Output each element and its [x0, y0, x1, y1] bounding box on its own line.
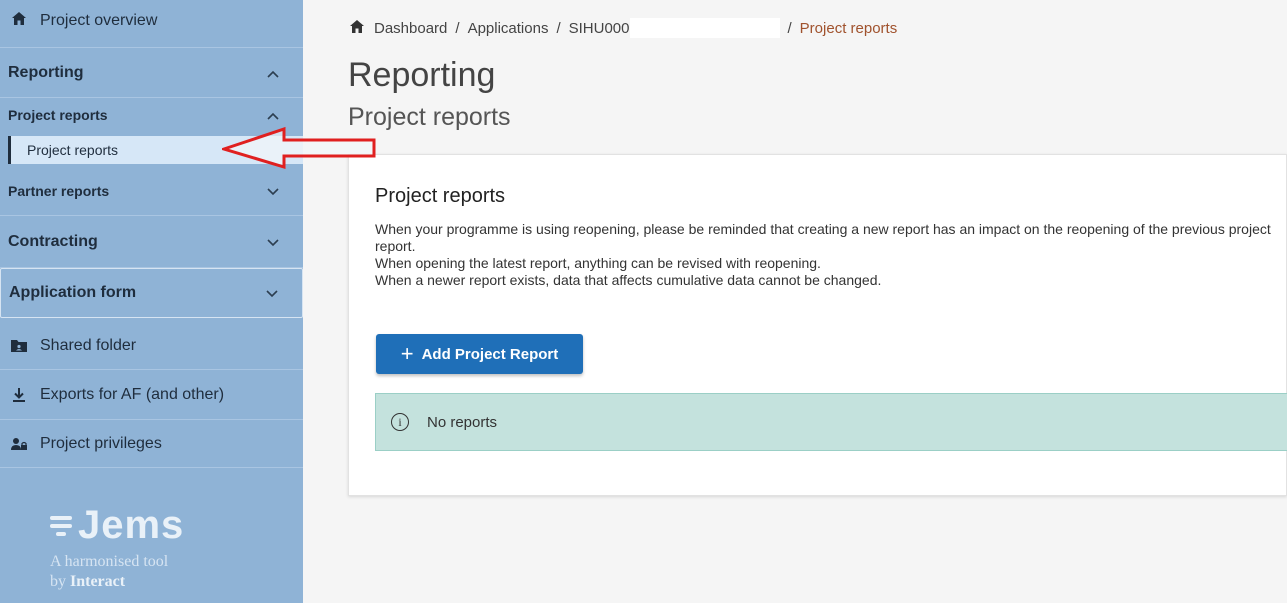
- users-lock-icon: [8, 437, 30, 451]
- sidebar-item-label: Shared folder: [40, 336, 137, 354]
- sidebar-item-partner-reports[interactable]: Partner reports: [0, 166, 303, 216]
- sidebar-item-label: Exports for AF (and other): [40, 385, 225, 403]
- logo-by: by: [50, 573, 70, 590]
- sidebar-item-label: Contracting: [8, 232, 98, 250]
- sidebar-item-shared-folder[interactable]: Shared folder: [0, 322, 303, 370]
- chevron-down-icon: [267, 234, 279, 250]
- sidebar-item-label: Reporting: [8, 63, 84, 81]
- sidebar-item-application-form[interactable]: Application form: [0, 268, 303, 318]
- sidebar-item-label: Application form: [9, 284, 137, 301]
- jems-logo: Jems A harmonised tool by Interact: [50, 503, 184, 592]
- page-title: Reporting: [348, 56, 496, 94]
- chevron-up-icon: [267, 107, 279, 123]
- add-project-report-label: Add Project Report: [421, 345, 559, 363]
- chevron-down-icon: [266, 285, 278, 301]
- breadcrumb-separator: /: [556, 19, 561, 37]
- sidebar-item-project-privileges[interactable]: Project privileges: [0, 420, 303, 468]
- no-reports-alert: i No reports: [375, 393, 1287, 451]
- logo-name: Jems: [78, 503, 185, 547]
- sidebar-item-label: Project reports: [27, 142, 119, 158]
- home-icon[interactable]: [350, 20, 364, 36]
- logo-tagline: A harmonised tool: [50, 553, 169, 570]
- project-reports-card: Project reports When your programme is u…: [348, 154, 1287, 496]
- breadcrumb-current: Project reports: [799, 19, 898, 37]
- card-description-line: When opening the latest report, anything…: [375, 255, 821, 271]
- logo-org: Interact: [70, 573, 126, 590]
- add-project-report-button[interactable]: + Add Project Report: [376, 334, 583, 374]
- breadcrumb-applications[interactable]: Applications: [468, 20, 549, 37]
- home-icon: [8, 12, 30, 25]
- breadcrumb-redacted: [629, 18, 780, 38]
- sidebar-item-contracting[interactable]: Contracting: [0, 216, 303, 268]
- sidebar-item-label: Partner reports: [8, 182, 110, 199]
- breadcrumb-application-id[interactable]: SIHU000: [569, 20, 630, 37]
- card-title: Project reports: [375, 185, 506, 207]
- breadcrumb-separator: /: [787, 19, 792, 37]
- sidebar: Project overview Reporting Project repor…: [0, 0, 303, 603]
- breadcrumb-separator: /: [455, 19, 460, 37]
- jems-logo-mark-icon: [50, 514, 72, 538]
- sidebar-item-label: Project privileges: [40, 434, 162, 452]
- sidebar-item-label: Project overview: [40, 12, 158, 29]
- sidebar-item-exports[interactable]: Exports for AF (and other): [0, 370, 303, 420]
- sidebar-item-label: Project reports: [8, 107, 108, 123]
- card-description-line: When your programme is using reopening, …: [375, 221, 1271, 254]
- download-icon: [8, 387, 30, 402]
- sidebar-item-reporting[interactable]: Reporting: [0, 48, 303, 98]
- no-reports-message: No reports: [427, 413, 498, 431]
- card-description-line: When a newer report exists, data that af…: [375, 272, 882, 288]
- breadcrumb: Dashboard / Applications / SIHU000 / Pro…: [350, 18, 897, 38]
- sidebar-item-project-overview[interactable]: Project overview: [0, 0, 303, 48]
- plus-icon: +: [400, 341, 414, 366]
- info-icon: i: [391, 413, 409, 431]
- breadcrumb-dashboard[interactable]: Dashboard: [374, 20, 447, 37]
- red-arrow-annotation: [222, 126, 376, 170]
- chevron-down-icon: [267, 183, 279, 199]
- card-description: When your programme is using reopening, …: [375, 221, 1275, 289]
- chevron-up-icon: [267, 65, 279, 81]
- folder-icon: [8, 339, 30, 352]
